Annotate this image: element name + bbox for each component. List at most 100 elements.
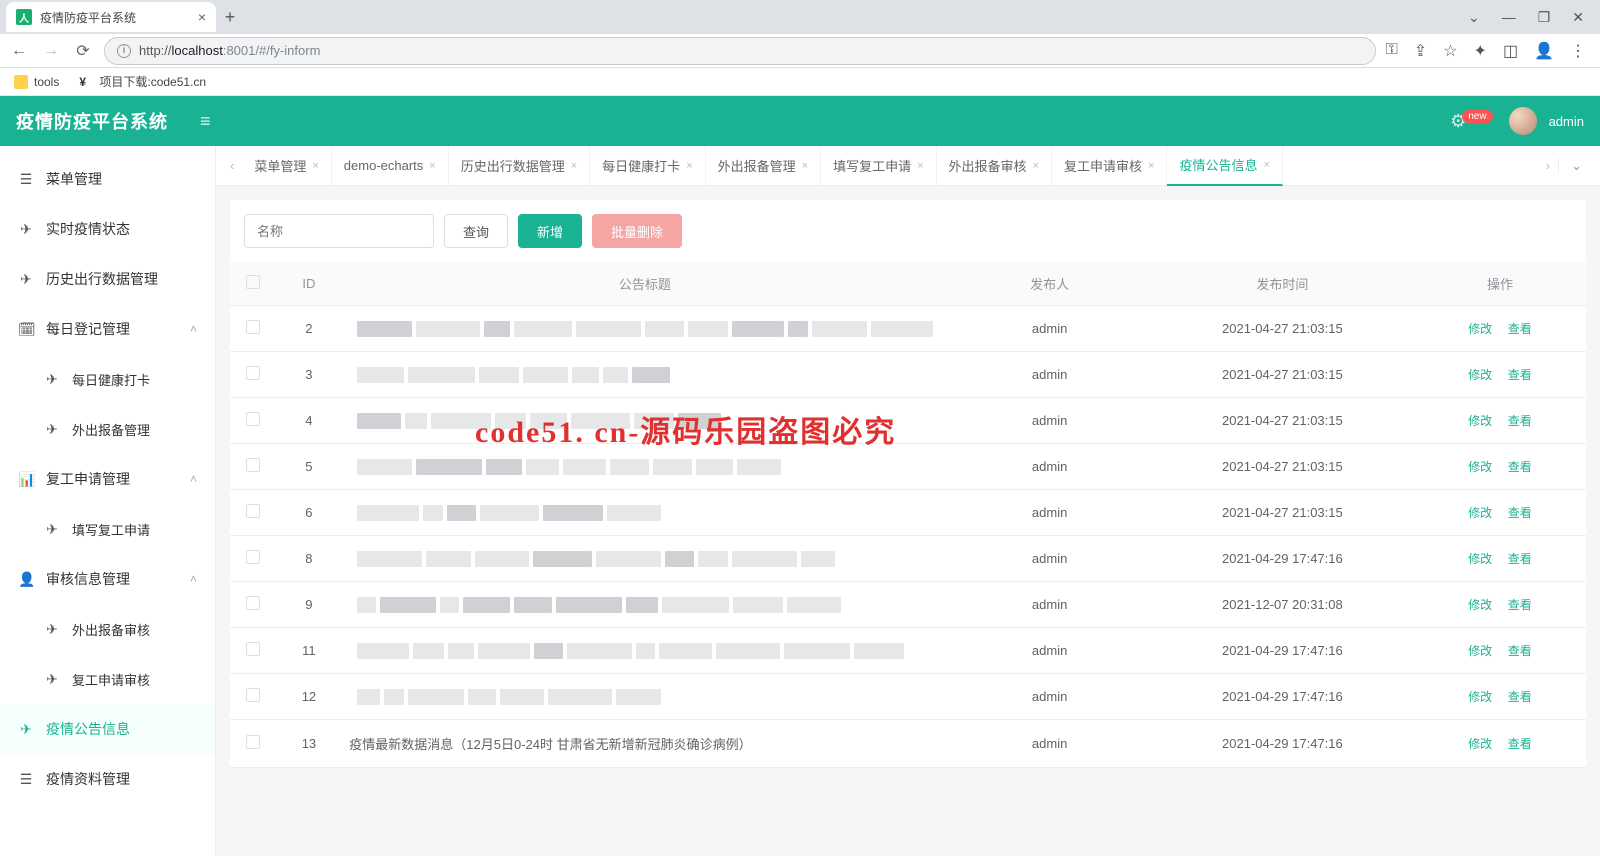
browser-tab[interactable]: 人 疫情防疫平台系统 × bbox=[6, 2, 216, 32]
row-checkbox[interactable] bbox=[246, 596, 260, 610]
nav-reload-icon[interactable]: ⟳ bbox=[72, 41, 94, 61]
row-checkbox[interactable] bbox=[246, 320, 260, 334]
row-checkbox[interactable] bbox=[246, 504, 260, 518]
page-tab[interactable]: 填写复工申请 × bbox=[821, 146, 936, 186]
view-link[interactable]: 查看 bbox=[1508, 644, 1532, 658]
maximize-icon[interactable]: ❐ bbox=[1538, 9, 1551, 26]
view-link[interactable]: 查看 bbox=[1508, 414, 1532, 428]
tabs-scroll-right-icon[interactable]: › bbox=[1538, 158, 1558, 173]
page-tab[interactable]: 外出报备管理 × bbox=[706, 146, 821, 186]
select-all-checkbox[interactable] bbox=[246, 275, 260, 289]
page-tab[interactable]: 疫情公告信息 × bbox=[1167, 146, 1282, 186]
cell-publisher: admin bbox=[948, 582, 1150, 628]
row-checkbox[interactable] bbox=[246, 688, 260, 702]
edit-link[interactable]: 修改 bbox=[1468, 460, 1492, 474]
avatar[interactable] bbox=[1509, 107, 1537, 135]
edit-link[interactable]: 修改 bbox=[1468, 644, 1492, 658]
close-icon[interactable]: × bbox=[312, 160, 318, 172]
bookmark-tools[interactable]: tools bbox=[14, 75, 59, 89]
settings-icon[interactable]: ⚙new bbox=[1450, 111, 1497, 132]
tabs-scroll-left-icon[interactable]: ‹ bbox=[222, 158, 242, 173]
edit-link[interactable]: 修改 bbox=[1468, 737, 1492, 751]
view-link[interactable]: 查看 bbox=[1508, 690, 1532, 704]
close-icon[interactable]: × bbox=[1263, 159, 1269, 171]
page-tab[interactable]: 外出报备审核 × bbox=[937, 146, 1052, 186]
view-link[interactable]: 查看 bbox=[1508, 322, 1532, 336]
nav-forward-icon[interactable]: → bbox=[40, 42, 62, 60]
close-icon[interactable]: × bbox=[1033, 160, 1039, 172]
key-icon[interactable]: ⚿ bbox=[1386, 41, 1398, 61]
window-close-icon[interactable]: ✕ bbox=[1572, 9, 1584, 26]
site-info-icon[interactable]: i bbox=[117, 44, 131, 58]
sidebar-item[interactable]: ✈ 疫情公告信息 bbox=[0, 704, 215, 754]
page-tab[interactable]: demo-echarts × bbox=[332, 146, 449, 186]
search-input[interactable] bbox=[244, 214, 434, 248]
row-checkbox[interactable] bbox=[246, 458, 260, 472]
profile-icon[interactable]: 👤 bbox=[1534, 41, 1554, 61]
sidebar-toggle-icon[interactable]: ≡ bbox=[200, 111, 211, 132]
edit-link[interactable]: 修改 bbox=[1468, 690, 1492, 704]
view-link[interactable]: 查看 bbox=[1508, 368, 1532, 382]
page-tab[interactable]: 历史出行数据管理 × bbox=[449, 146, 590, 186]
sidebar-item[interactable]: ✈ 历史出行数据管理 bbox=[0, 254, 215, 304]
close-icon[interactable]: × bbox=[686, 160, 692, 172]
edit-link[interactable]: 修改 bbox=[1468, 368, 1492, 382]
star-icon[interactable]: ☆ bbox=[1443, 41, 1457, 61]
sidebar-item[interactable]: ✈ 外出报备管理 bbox=[0, 404, 215, 454]
view-link[interactable]: 查看 bbox=[1508, 552, 1532, 566]
sidebar-item[interactable]: 📊 复工申请管理 ˄ bbox=[0, 454, 215, 504]
close-icon[interactable]: × bbox=[917, 160, 923, 172]
sidebar-item[interactable]: 🗓 每日登记管理 ˄ bbox=[0, 304, 215, 354]
edit-link[interactable]: 修改 bbox=[1468, 552, 1492, 566]
view-link[interactable]: 查看 bbox=[1508, 737, 1532, 751]
window-dropdown-icon[interactable]: ⌄ bbox=[1468, 9, 1480, 26]
row-checkbox[interactable] bbox=[246, 550, 260, 564]
row-checkbox[interactable] bbox=[246, 642, 260, 656]
close-icon[interactable]: × bbox=[1148, 160, 1154, 172]
bookmark-code51[interactable]: ¥ 项目下载:code51.cn bbox=[79, 73, 206, 90]
new-tab-button[interactable]: + bbox=[216, 3, 244, 31]
sidebar-item[interactable]: ✈ 外出报备审核 bbox=[0, 604, 215, 654]
sidebar-item[interactable]: ✈ 实时疫情状态 bbox=[0, 204, 215, 254]
kebab-icon[interactable]: ⋮ bbox=[1570, 41, 1586, 61]
close-icon[interactable]: × bbox=[802, 160, 808, 172]
sidebar-item[interactable]: ☰ 菜单管理 bbox=[0, 154, 215, 204]
sidebar-item[interactable]: 👤 审核信息管理 ˄ bbox=[0, 554, 215, 604]
row-checkbox[interactable] bbox=[246, 735, 260, 749]
view-link[interactable]: 查看 bbox=[1508, 460, 1532, 474]
edit-link[interactable]: 修改 bbox=[1468, 322, 1492, 336]
view-link[interactable]: 查看 bbox=[1508, 598, 1532, 612]
page-tab[interactable]: 菜单管理 × bbox=[242, 146, 331, 186]
close-icon[interactable]: × bbox=[198, 9, 206, 25]
close-icon[interactable]: × bbox=[571, 160, 577, 172]
data-table: ID 公告标题 发布人 发布时间 操作 2 admin 2021-04-27 2… bbox=[230, 262, 1586, 768]
row-checkbox[interactable] bbox=[246, 412, 260, 426]
tabs-dropdown-icon[interactable]: ⌄ bbox=[1558, 158, 1594, 174]
username-label[interactable]: admin bbox=[1549, 114, 1584, 129]
edit-link[interactable]: 修改 bbox=[1468, 506, 1492, 520]
extensions-icon[interactable]: ✦ bbox=[1474, 41, 1487, 61]
cell-publisher: admin bbox=[948, 490, 1150, 536]
sidepanel-icon[interactable]: ◫ bbox=[1503, 41, 1518, 61]
edit-link[interactable]: 修改 bbox=[1468, 414, 1492, 428]
url-input[interactable]: i http://localhost:8001/#/fy-inform bbox=[104, 37, 1376, 65]
cell-id: 5 bbox=[277, 444, 342, 490]
batch-delete-button[interactable]: 批量删除 bbox=[592, 214, 682, 248]
edit-link[interactable]: 修改 bbox=[1468, 598, 1492, 612]
sidebar-item[interactable]: ✈ 复工申请审核 bbox=[0, 654, 215, 704]
add-button[interactable]: 新增 bbox=[518, 214, 582, 248]
minimize-icon[interactable]: — bbox=[1502, 9, 1516, 26]
row-checkbox[interactable] bbox=[246, 366, 260, 380]
sidebar-item[interactable]: ✈ 填写复工申请 bbox=[0, 504, 215, 554]
nav-back-icon[interactable]: ← bbox=[8, 42, 30, 60]
page-tab[interactable]: 复工申请审核 × bbox=[1052, 146, 1167, 186]
cell-id: 4 bbox=[277, 398, 342, 444]
col-id: ID bbox=[277, 262, 342, 306]
query-button[interactable]: 查询 bbox=[444, 214, 508, 248]
share-icon[interactable]: ⇪ bbox=[1414, 41, 1427, 61]
close-icon[interactable]: × bbox=[429, 160, 435, 172]
sidebar-item[interactable]: ✈ 每日健康打卡 bbox=[0, 354, 215, 404]
page-tab[interactable]: 每日健康打卡 × bbox=[590, 146, 705, 186]
view-link[interactable]: 查看 bbox=[1508, 506, 1532, 520]
sidebar-item[interactable]: ☰ 疫情资料管理 bbox=[0, 754, 215, 804]
